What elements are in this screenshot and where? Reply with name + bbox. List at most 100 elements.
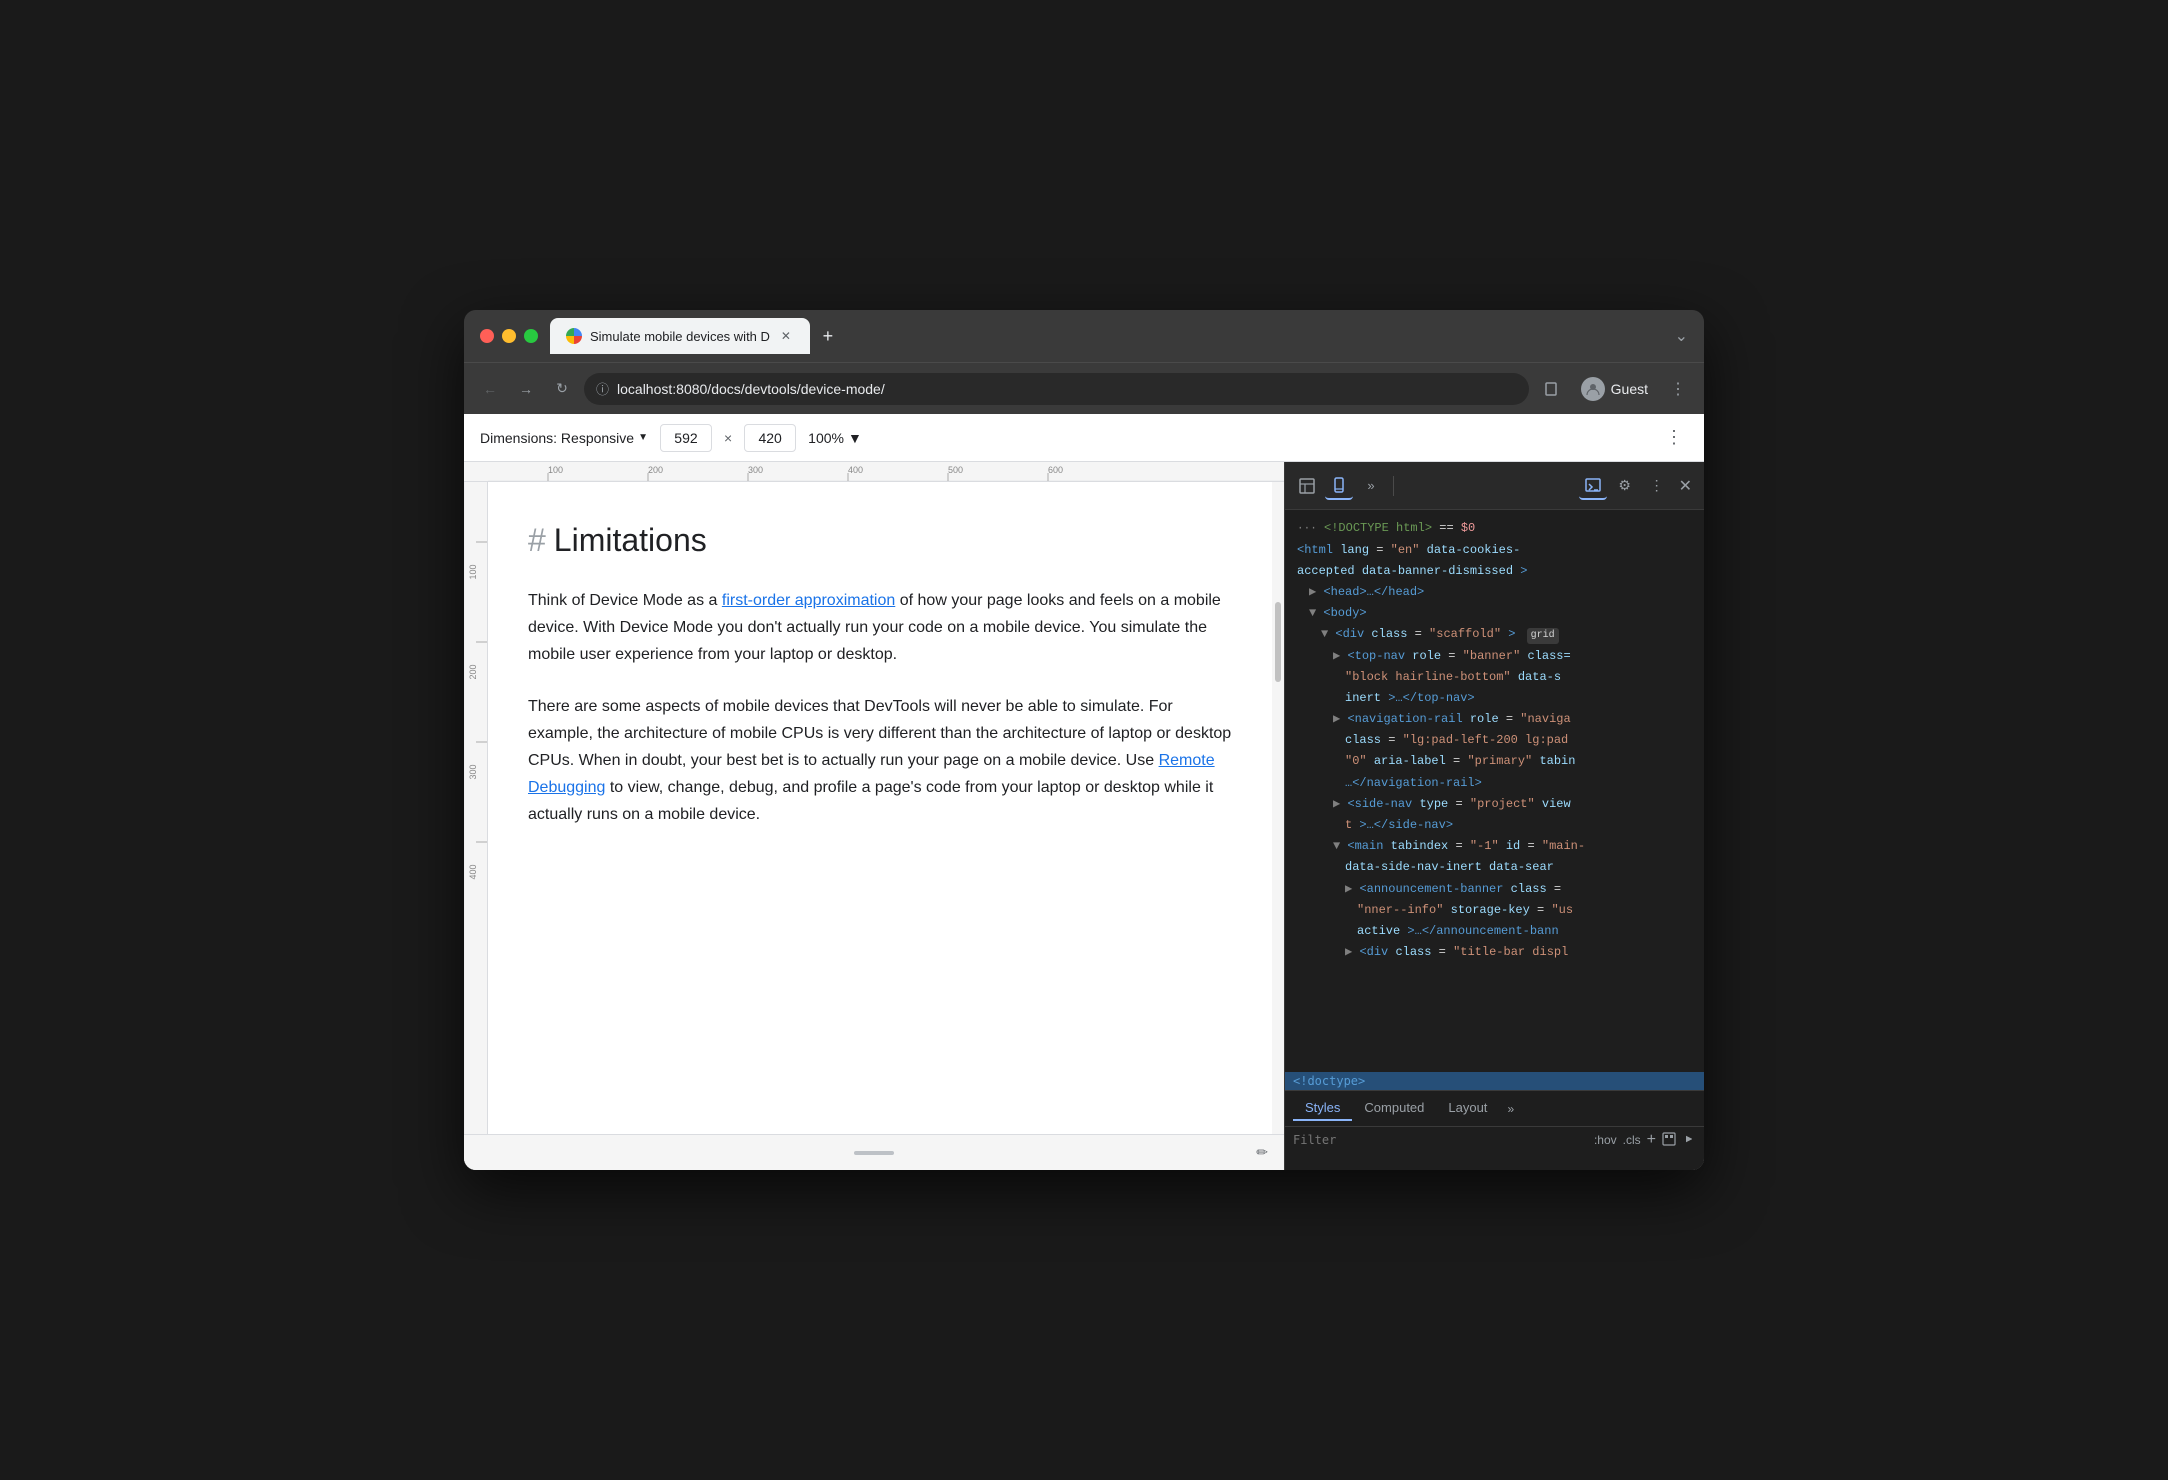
nav-rail-cont2[interactable]: "0" aria-label = "primary" tabin bbox=[1285, 751, 1704, 772]
cls-button[interactable]: .cls bbox=[1623, 1133, 1641, 1147]
doctype-text: <!doctype> bbox=[1293, 1074, 1365, 1088]
top-nav-role: role bbox=[1412, 649, 1441, 663]
settings-button[interactable]: ⚙ bbox=[1611, 472, 1639, 500]
top-nav-text: <top-nav bbox=[1347, 649, 1412, 663]
equals-sign: == bbox=[1439, 521, 1461, 535]
width-input[interactable] bbox=[660, 424, 712, 452]
inspector-tool-button[interactable] bbox=[1293, 472, 1321, 500]
main-tag[interactable]: ▼ <main tabindex = "-1" id = "main- bbox=[1285, 836, 1704, 857]
minimize-traffic-light[interactable] bbox=[502, 329, 516, 343]
announcement-cont[interactable]: "nner--info" storage-key = "us bbox=[1285, 900, 1704, 921]
tab-title: Simulate mobile devices with D bbox=[590, 329, 770, 344]
add-style-button[interactable]: + bbox=[1647, 1131, 1656, 1149]
drag-handle[interactable] bbox=[854, 1151, 894, 1155]
announcement-end[interactable]: active >…</announcement-bann bbox=[1285, 921, 1704, 942]
window-menu-chevron[interactable]: ⌄ bbox=[1675, 326, 1688, 346]
svg-text:400: 400 bbox=[468, 864, 478, 879]
grid-badge: grid bbox=[1527, 628, 1559, 644]
side-nav-end[interactable]: t >…</side-nav> bbox=[1285, 815, 1704, 836]
zoom-arrow: ▼ bbox=[848, 430, 862, 446]
console-tool-button[interactable] bbox=[1579, 472, 1607, 500]
nav-rail-tag[interactable]: ▶ <navigation-rail role = "naviga bbox=[1285, 709, 1704, 730]
tab-close-button[interactable]: ✕ bbox=[778, 328, 794, 344]
html-accepted: accepted bbox=[1297, 564, 1355, 578]
more-tools-button[interactable]: » bbox=[1357, 472, 1385, 500]
address-bar-input-wrap[interactable]: ⓘ localhost:8080/docs/devtools/device-mo… bbox=[584, 373, 1529, 405]
bookmark-button[interactable] bbox=[1537, 375, 1565, 403]
forward-button[interactable]: → bbox=[512, 375, 540, 403]
height-input[interactable] bbox=[744, 424, 796, 452]
svg-text:600: 600 bbox=[1048, 465, 1063, 475]
profile-label: Guest bbox=[1611, 381, 1648, 397]
toolbar-separator bbox=[1393, 476, 1394, 496]
doctype-selected-line[interactable]: <!doctype> bbox=[1285, 1072, 1704, 1090]
top-nav-tag[interactable]: ▶ <top-nav role = "banner" class= bbox=[1285, 646, 1704, 667]
head-expand[interactable]: ▶ bbox=[1309, 585, 1316, 599]
scaffold-eq: = bbox=[1415, 627, 1422, 641]
secure-icon: ⓘ bbox=[596, 379, 609, 398]
devtools-close-button[interactable]: ✕ bbox=[1675, 472, 1696, 500]
dimension-cross: × bbox=[724, 430, 732, 446]
head-tag[interactable]: ▶ <head>…</head> bbox=[1285, 582, 1704, 603]
computed-icon[interactable] bbox=[1662, 1132, 1676, 1149]
page-heading: # Limitations bbox=[528, 522, 1232, 559]
browser-window: Simulate mobile devices with D ✕ + ⌄ ← →… bbox=[464, 310, 1704, 1170]
title-bar-div[interactable]: ▶ <div class = "title-bar displ bbox=[1285, 942, 1704, 963]
nav-rail-end[interactable]: …</navigation-rail> bbox=[1285, 773, 1704, 794]
new-tab-button[interactable]: + bbox=[814, 322, 842, 350]
scaffold-class-attr: class bbox=[1371, 627, 1407, 641]
back-button[interactable]: ← bbox=[476, 375, 504, 403]
body-tag[interactable]: ▼ <body> bbox=[1285, 603, 1704, 624]
toggle-icon[interactable] bbox=[1682, 1132, 1696, 1149]
styles-filter-row: :hov .cls + bbox=[1285, 1127, 1704, 1153]
paragraph-2: There are some aspects of mobile devices… bbox=[528, 693, 1232, 829]
html-open: <html bbox=[1297, 543, 1340, 557]
maximize-traffic-light[interactable] bbox=[524, 329, 538, 343]
top-nav-expand[interactable]: ▶ bbox=[1333, 649, 1340, 663]
more-options-button[interactable]: ⋮ bbox=[1643, 472, 1671, 500]
dimensions-selector[interactable]: Dimensions: Responsive ▼ bbox=[480, 430, 648, 446]
address-bar-actions: Guest ⋮ bbox=[1537, 373, 1692, 405]
profile-button[interactable]: Guest bbox=[1573, 373, 1656, 405]
dimensions-arrow: ▼ bbox=[638, 432, 648, 443]
html-tag[interactable]: <html lang = "en" data-cookies- bbox=[1285, 540, 1704, 561]
menu-button[interactable]: ⋮ bbox=[1664, 375, 1692, 403]
styles-filter-input[interactable] bbox=[1293, 1133, 1586, 1147]
scaffold-div[interactable]: ▼ <div class = "scaffold" > grid bbox=[1285, 624, 1704, 645]
tab-styles[interactable]: Styles bbox=[1293, 1096, 1352, 1121]
svg-text:300: 300 bbox=[468, 764, 478, 779]
toolbar-more-button[interactable]: ⋮ bbox=[1660, 424, 1688, 452]
scrollbar[interactable] bbox=[1272, 482, 1284, 1134]
side-nav-tag[interactable]: ▶ <side-nav type = "project" view bbox=[1285, 794, 1704, 815]
nav-rail-cont1[interactable]: class = "lg:pad-left-200 lg:pad bbox=[1285, 730, 1704, 751]
scrollbar-thumb[interactable] bbox=[1275, 602, 1281, 682]
top-nav-end[interactable]: inert >…</top-nav> bbox=[1285, 688, 1704, 709]
tab-more[interactable]: » bbox=[1499, 1098, 1522, 1120]
tab-layout[interactable]: Layout bbox=[1436, 1096, 1499, 1121]
ruler-horizontal: 100 200 300 400 500 600 bbox=[464, 462, 1284, 482]
body-text: <body> bbox=[1323, 606, 1366, 620]
body-expand[interactable]: ▼ bbox=[1309, 606, 1316, 620]
active-tab[interactable]: Simulate mobile devices with D ✕ bbox=[550, 318, 810, 354]
device-mode-tool-button[interactable] bbox=[1325, 472, 1353, 500]
hov-button[interactable]: :hov bbox=[1594, 1133, 1617, 1147]
html-tag-cont[interactable]: accepted data-banner-dismissed > bbox=[1285, 561, 1704, 582]
main-cont1[interactable]: data-side-nav-inert data-sear bbox=[1285, 857, 1704, 878]
announcement-tag[interactable]: ▶ <announcement-banner class = bbox=[1285, 879, 1704, 900]
dom-tree[interactable]: ··· <!DOCTYPE html> == $0 <html lang = "… bbox=[1285, 510, 1704, 1072]
devtools-toolbar: » ⚙ ⋮ ✕ bbox=[1285, 462, 1704, 510]
html-data-cookies: data-cookies- bbox=[1427, 543, 1521, 557]
reload-button[interactable]: ↻ bbox=[548, 375, 576, 403]
close-traffic-light[interactable] bbox=[480, 329, 494, 343]
zoom-selector[interactable]: 100% ▼ bbox=[808, 430, 862, 446]
svg-text:100: 100 bbox=[548, 465, 563, 475]
scaffold-expand[interactable]: ▼ bbox=[1321, 627, 1328, 641]
edit-icon[interactable]: ✏ bbox=[1256, 1144, 1268, 1161]
top-nav-cont[interactable]: "block hairline-bottom" data-s bbox=[1285, 667, 1704, 688]
svg-text:500: 500 bbox=[948, 465, 963, 475]
tab-computed[interactable]: Computed bbox=[1352, 1096, 1436, 1121]
first-order-link[interactable]: first-order approximation bbox=[722, 592, 895, 609]
ruler-ticks-horizontal: 100 200 300 400 500 600 bbox=[488, 462, 1284, 481]
para2-text-start: There are some aspects of mobile devices… bbox=[528, 698, 1231, 769]
doctype-comment[interactable]: ··· <!DOCTYPE html> == $0 bbox=[1285, 518, 1704, 540]
